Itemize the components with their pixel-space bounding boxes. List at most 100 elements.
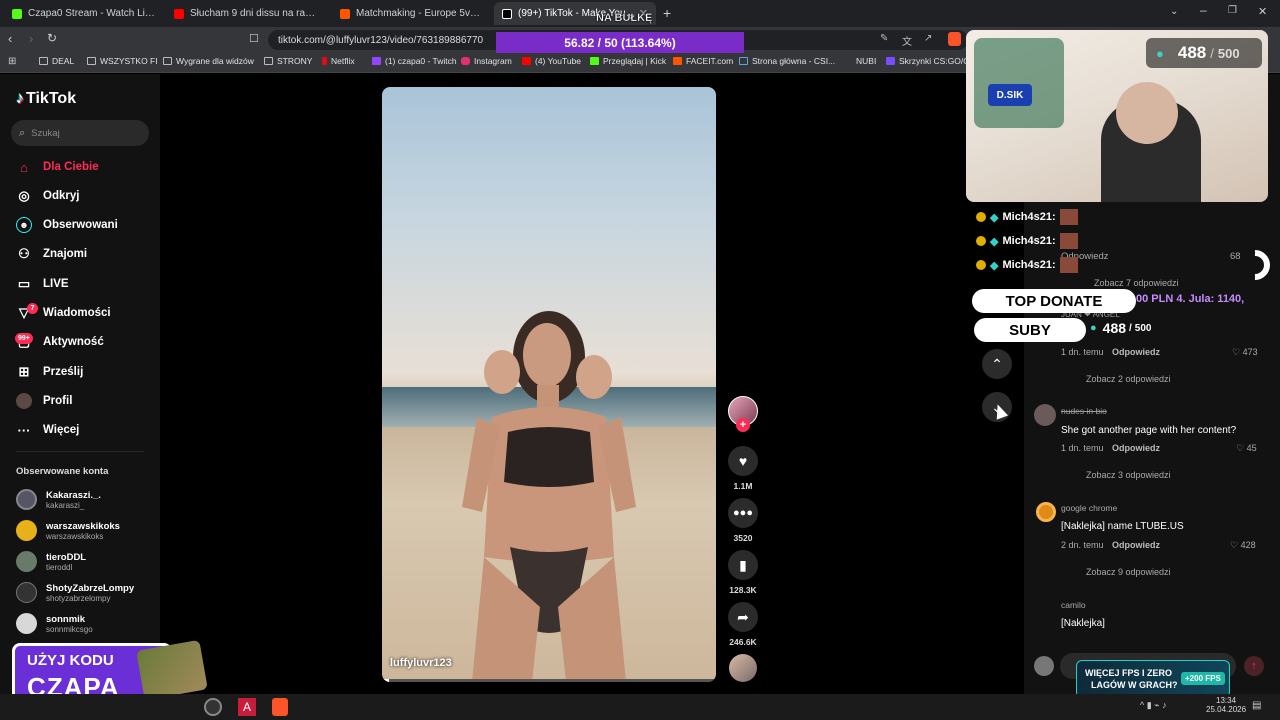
comment-like-count[interactable]: 68 — [1230, 251, 1241, 262]
followed-account[interactable]: tieroDDL tieroddl — [16, 551, 86, 572]
tiktok-icon — [502, 8, 512, 19]
followed-account[interactable]: Kakaraszi._. kakaraszi_ — [16, 489, 101, 510]
bookmark-instagram[interactable]: Instagram — [461, 56, 512, 66]
notifications-icon[interactable]: ▤ — [1252, 700, 1261, 711]
video-author[interactable]: luffyluvr123 — [390, 657, 452, 669]
bookmark-strony[interactable]: STRONY — [264, 56, 312, 66]
bookmark-youtube[interactable]: (4) YouTube — [522, 56, 581, 66]
apps-grid-icon[interactable]: ⊞ — [8, 56, 16, 67]
comment-icon: ●●● — [733, 507, 753, 519]
nav-following[interactable]: ☻ Obserwowani — [16, 217, 118, 233]
folder-icon — [163, 57, 172, 65]
view-replies[interactable]: Zobacz 7 odpowiedzi — [1094, 278, 1179, 288]
fps-ad-banner[interactable]: WIĘCEJ FPS I ZERO LAGÓW W GRACH? +200 FP… — [1076, 660, 1230, 698]
minimize-icon[interactable]: – — [1200, 3, 1207, 17]
comment-button[interactable]: ●●● — [728, 498, 758, 528]
follow-plus-icon[interactable]: + — [736, 418, 750, 432]
reload-icon[interactable]: ↻ — [47, 31, 57, 45]
youtube-icon — [174, 8, 184, 19]
nav-explore[interactable]: ◎ Odkryj — [16, 188, 79, 204]
prev-video-button[interactable]: ⌃ — [982, 349, 1012, 379]
comment-likes[interactable]: ♡ 45 — [1236, 443, 1257, 454]
view-replies[interactable]: Zobacz 3 odpowiedzi — [1086, 470, 1171, 480]
bookmark-wygrane[interactable]: Wygrane dla widzów — [163, 56, 254, 66]
bookmark-twitch[interactable]: (1) czapa0 - Twitch — [372, 56, 457, 66]
streamer-head — [1116, 82, 1178, 144]
bookmark-faceit[interactable]: FACEIT.com — [673, 56, 733, 66]
send-icon[interactable]: ↑ — [1244, 656, 1264, 676]
faceit-icon — [673, 57, 682, 65]
bookmark-star-icon[interactable]: ☐ — [249, 32, 259, 45]
new-tab-icon[interactable]: + — [663, 5, 671, 21]
comment-text: [Naklejka] name LTUBE.US — [1061, 521, 1184, 532]
obs-icon[interactable] — [204, 698, 222, 716]
nav-friends[interactable]: ⚇ Znajomi — [16, 246, 87, 262]
tiktok-logo[interactable]: ♪ TikTok — [16, 90, 76, 108]
tab-youtube[interactable]: Słucham 9 dni dissu na raka żeby po — [166, 2, 328, 25]
extension-icon[interactable]: ✎ — [880, 33, 888, 44]
brave-shield-icon[interactable] — [948, 32, 961, 46]
tray-icons[interactable]: ^ ▮ ⌁ ♪ — [1140, 700, 1167, 711]
forward-icon[interactable]: › — [29, 31, 33, 46]
comment-user[interactable]: google chrome — [1061, 503, 1117, 513]
view-replies[interactable]: Zobacz 9 odpowiedzi — [1086, 567, 1171, 577]
nav-more[interactable]: ··· Więcej — [16, 422, 80, 438]
like-button[interactable]: ♥ — [728, 446, 758, 476]
comment-user[interactable]: nudes in bio — [1061, 406, 1107, 416]
comment-likes[interactable]: ♡ 473 — [1232, 347, 1258, 358]
bookmark-csi[interactable]: Strona główna - CSI... — [739, 56, 835, 66]
bookmark-wszystko[interactable]: WSZYSTKO FI — [87, 56, 158, 66]
gem-icon — [886, 57, 895, 65]
video-progress-track[interactable] — [382, 679, 716, 682]
more-icon: ··· — [17, 422, 31, 438]
nav-for-you[interactable]: ⌂ Dla Ciebie — [16, 159, 99, 175]
commenter-avatar[interactable] — [1036, 502, 1056, 522]
tab-search-icon[interactable]: ⌄ — [1170, 6, 1178, 17]
restore-icon[interactable]: ❐ — [1228, 5, 1237, 16]
followed-account[interactable]: ShotyZabrzeLompy shotyzabrzelompy — [16, 582, 134, 603]
ad-badge: +200 FPS — [1181, 672, 1225, 685]
followed-account[interactable]: sonnmik sonnmikcsgo — [16, 613, 93, 634]
tab-faceit[interactable]: Matchmaking - Europe 5v5 Queue - — [332, 2, 492, 25]
bookmark-netflix[interactable]: Netflix — [322, 56, 355, 66]
close-window-icon[interactable]: ✕ — [1258, 5, 1267, 18]
emote-icon — [1059, 209, 1078, 225]
upload-icon: ⊞ — [18, 364, 30, 379]
home-icon: ⌂ — [20, 159, 28, 175]
comment-user[interactable]: camilo — [1061, 600, 1086, 610]
bookmark-nubi[interactable]: NUBI — [856, 56, 876, 66]
top-donate-value: 00 PLN 4. Jula: 1140, — [1136, 293, 1245, 305]
bookmark-icon: ▮ — [739, 556, 747, 573]
bookmark-deal[interactable]: DEAL — [39, 56, 74, 66]
back-icon[interactable]: ‹ — [8, 31, 12, 46]
neon-sign: D.SIK — [988, 84, 1032, 106]
search-icon: ⌕ — [19, 126, 26, 139]
nav-upload[interactable]: ⊞ Prześlij — [16, 364, 84, 380]
comment-reply-link[interactable]: Odpowiedz — [1112, 443, 1160, 453]
donation-goal-text: 56.82 / 50 (113.64%) — [564, 35, 676, 50]
followed-account[interactable]: warszawskikoks warszawskikoks — [16, 520, 120, 541]
nav-profile[interactable]: Profil — [16, 393, 72, 409]
live-icon: ▭ — [17, 276, 31, 291]
badge-icon — [976, 236, 986, 246]
comment-reply-link[interactable]: Odpowiedz — [1112, 540, 1160, 550]
share-button[interactable]: ➦ — [728, 602, 758, 632]
video-player[interactable]: luffyluvr123 — [382, 87, 716, 682]
folder-icon — [264, 57, 273, 65]
translate-icon[interactable]: 文 — [902, 33, 912, 48]
brave-icon[interactable] — [272, 698, 288, 716]
comment-likes[interactable]: ♡ 428 — [1230, 540, 1256, 551]
tab-kick[interactable]: Czapa0 Stream - Watch Live on Kick — [4, 2, 164, 25]
clock[interactable]: 13:34 25.04.2026 — [1206, 696, 1246, 714]
commenter-avatar[interactable] — [1034, 404, 1056, 426]
sound-disc-icon[interactable] — [729, 654, 757, 682]
na-bulke-label: NA BUŁKĘ — [596, 12, 653, 24]
view-replies[interactable]: Zobacz 2 odpowiedzi — [1086, 374, 1171, 384]
nav-live[interactable]: ▭ LIVE — [16, 276, 69, 292]
bookmark-kick[interactable]: Przeglądaj | Kick — [590, 56, 666, 66]
search-input[interactable]: ⌕ Szukaj — [11, 120, 149, 146]
share-icon[interactable]: ↗ — [924, 33, 932, 44]
save-button[interactable]: ▮ — [728, 550, 758, 580]
adobe-icon[interactable]: A — [238, 698, 256, 716]
comment-reply-link[interactable]: Odpowiedz — [1112, 347, 1160, 357]
